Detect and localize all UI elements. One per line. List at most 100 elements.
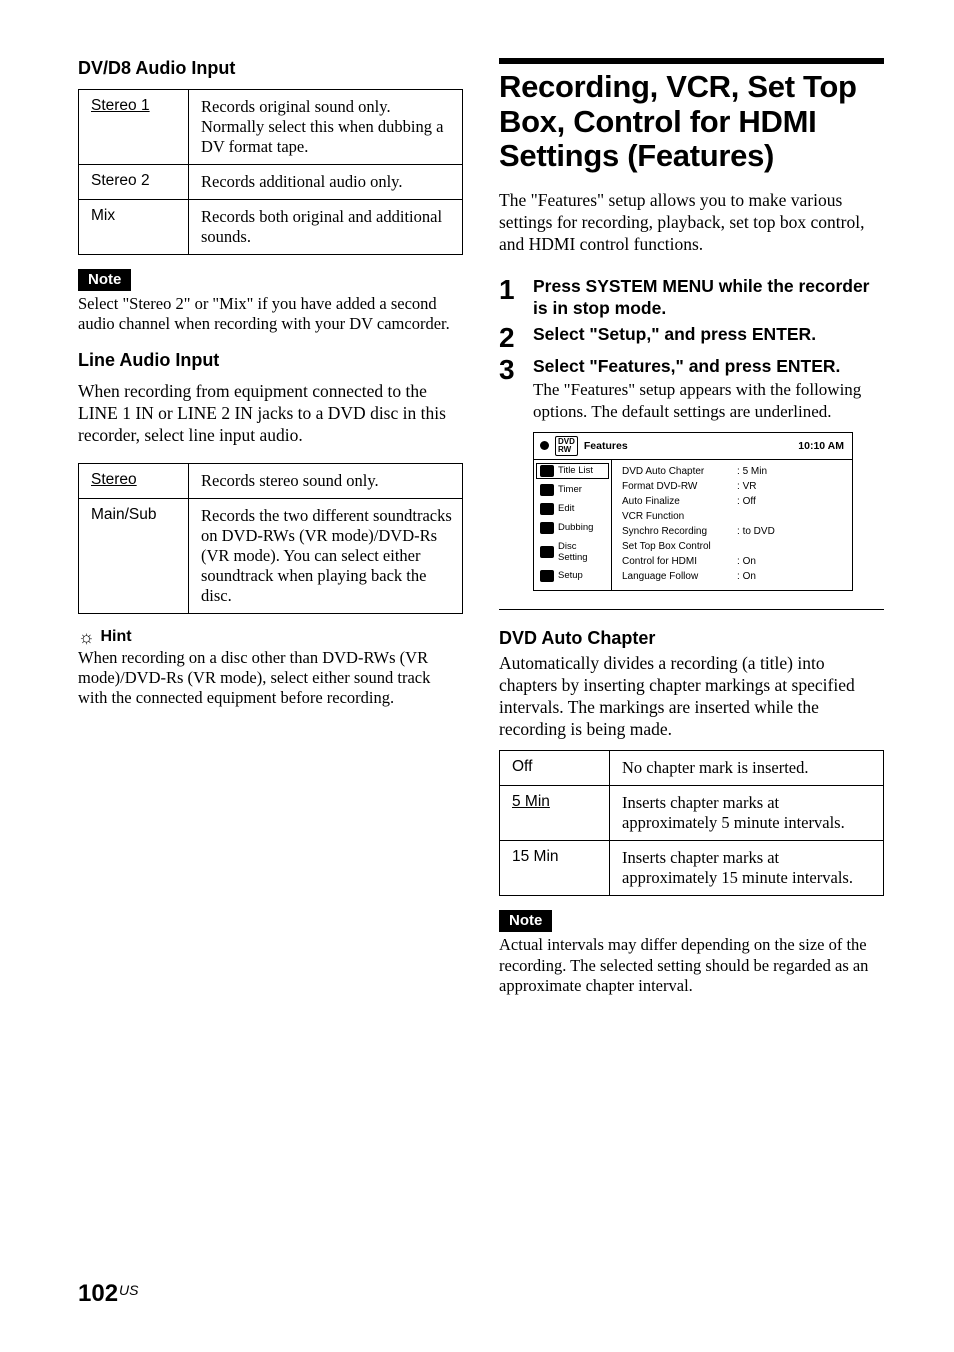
menu-icon [540, 465, 554, 477]
setting-value: VR [737, 481, 756, 492]
steps-list: 1 Press SYSTEM MENU while the recorder is… [499, 276, 884, 422]
sidebar-item: Title List [536, 463, 609, 479]
hint-text: When recording on a disc other than DVD-… [78, 648, 463, 708]
setting-label: Control for HDMI [622, 556, 737, 567]
sidebar-item: Dubbing [534, 520, 611, 536]
option-key: Mix [79, 200, 189, 255]
setting-value: 5 Min [737, 466, 767, 477]
setting-value: to DVD [737, 526, 775, 537]
page-number: 102 [78, 1280, 118, 1307]
option-key: Off [500, 751, 610, 786]
table-row: 15 MinInserts chapter marks at approxima… [500, 841, 884, 896]
dvd-rw-badge: DVDRW [555, 436, 578, 456]
section-title: Recording, VCR, Set Top Box, Control for… [499, 70, 884, 174]
setting-value: On [737, 556, 756, 567]
setting-row: Synchro Recordingto DVD [622, 524, 846, 539]
option-key: 15 Min [500, 841, 610, 896]
menu-icon [540, 570, 554, 582]
note-badge: Note [78, 269, 131, 291]
setting-label: Auto Finalize [622, 496, 737, 507]
table-row: Stereo 2Records additional audio only. [79, 165, 463, 200]
screen-content: DVD Auto Chapter5 MinFormat DVD-RWVRAuto… [612, 460, 852, 590]
setting-row: Format DVD-RWVR [622, 479, 846, 494]
setting-row: Control for HDMIOn [622, 554, 846, 569]
setting-row: Language FollowOn [622, 569, 846, 584]
setting-row: Set Top Box Control [622, 539, 846, 554]
step-number: 3 [499, 356, 521, 384]
screen-sidebar: Title List Timer Edit Dubbing Disc Setting Se… [534, 460, 612, 590]
setting-value: Off [737, 496, 756, 507]
setting-label: DVD Auto Chapter [622, 466, 737, 477]
table-row: StereoRecords stereo sound only. [79, 463, 463, 498]
sidebar-item-label: Edit [558, 503, 574, 514]
table-row: OffNo chapter mark is inserted. [500, 751, 884, 786]
menu-icon [540, 484, 554, 496]
option-key: Main/Sub [79, 498, 189, 613]
setting-row: Auto FinalizeOff [622, 494, 846, 509]
option-key: Stereo 1 [79, 90, 189, 165]
option-key: Stereo [79, 463, 189, 498]
dv-note-text: Select "Stereo 2" or "Mix" if you have a… [78, 294, 463, 334]
sidebar-item-label: Dubbing [558, 522, 593, 533]
option-desc: Records stereo sound only. [189, 463, 463, 498]
screen-title: Features [584, 440, 628, 452]
setting-row: VCR Function [622, 509, 846, 524]
setting-row: DVD Auto Chapter5 Min [622, 464, 846, 479]
step-heading: Press SYSTEM MENU while the recorder is … [533, 276, 884, 320]
rec-dot-icon [540, 441, 549, 450]
setting-label: VCR Function [622, 511, 737, 522]
step-heading: Select "Setup," and press ENTER. [533, 324, 816, 346]
setting-label: Synchro Recording [622, 526, 737, 537]
step-subtext: The "Features" setup appears with the fo… [533, 379, 884, 422]
step: 3 Select "Features," and press ENTER.The … [499, 356, 884, 422]
line-audio-intro: When recording from equipment connected … [78, 381, 463, 447]
menu-icon [540, 546, 554, 558]
sidebar-item: Setup [534, 568, 611, 584]
sidebar-item-label: Setup [558, 570, 583, 581]
dvd-auto-chapter-table: OffNo chapter mark is inserted.5 MinInse… [499, 750, 884, 896]
option-desc: Records original sound only. Normally se… [189, 90, 463, 165]
page-footer: 102US [78, 1280, 139, 1308]
setting-label: Language Follow [622, 571, 737, 582]
table-row: Main/SubRecords the two different soundt… [79, 498, 463, 613]
dvd-auto-chapter-heading: DVD Auto Chapter [499, 628, 884, 649]
section-intro: The "Features" setup allows you to make … [499, 190, 884, 256]
sidebar-item: Timer [534, 482, 611, 498]
note-badge: Note [499, 910, 552, 932]
table-row: Stereo 1Records original sound only. Nor… [79, 90, 463, 165]
line-audio-heading: Line Audio Input [78, 350, 463, 371]
hint-icon: ☼ [78, 628, 95, 646]
option-desc: Records the two different soundtracks on… [189, 498, 463, 613]
option-desc: Records additional audio only. [189, 165, 463, 200]
step-number: 1 [499, 276, 521, 304]
dv-d8-table: Stereo 1Records original sound only. Nor… [78, 89, 463, 255]
option-desc: Records both original and additional sou… [189, 200, 463, 255]
option-desc: Inserts chapter marks at approximately 1… [610, 841, 884, 896]
option-key: 5 Min [500, 786, 610, 841]
thin-rule [499, 609, 884, 610]
section-rule [499, 58, 884, 64]
step: 1 Press SYSTEM MENU while the recorder is… [499, 276, 884, 320]
sidebar-item: Edit [534, 501, 611, 517]
table-row: 5 MinInserts chapter marks at approximat… [500, 786, 884, 841]
option-key: Stereo 2 [79, 165, 189, 200]
step-number: 2 [499, 324, 521, 352]
screen-clock: 10:10 AM [798, 440, 844, 452]
step-heading: Select "Features," and press ENTER. [533, 356, 884, 378]
sidebar-item-label: Title List [558, 465, 593, 476]
setting-label: Format DVD-RW [622, 481, 737, 492]
option-desc: No chapter mark is inserted. [610, 751, 884, 786]
dvd-auto-chapter-text: Automatically divides a recording (a tit… [499, 653, 884, 741]
sidebar-item-label: Disc Setting [558, 541, 607, 563]
features-screen: DVDRW Features 10:10 AM Title List Timer E… [533, 432, 853, 591]
step: 2 Select "Setup," and press ENTER. [499, 324, 884, 352]
table-row: MixRecords both original and additional … [79, 200, 463, 255]
menu-icon [540, 503, 554, 515]
dv-d8-heading: DV/D8 Audio Input [78, 58, 463, 79]
sidebar-item-label: Timer [558, 484, 582, 495]
sidebar-item: Disc Setting [534, 539, 611, 565]
setting-value: On [737, 571, 756, 582]
hint-label: Hint [101, 628, 132, 646]
page-region: US [119, 1282, 138, 1298]
dvd-auto-note-text: Actual intervals may differ depending on… [499, 935, 884, 995]
